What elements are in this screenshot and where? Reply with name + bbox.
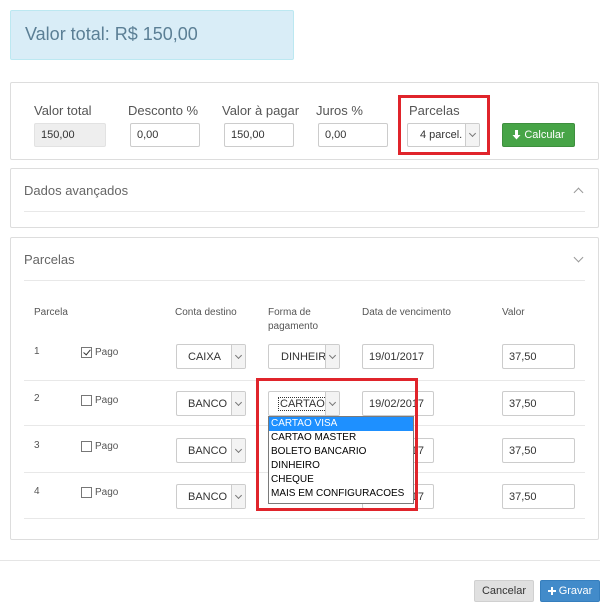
valor-pagar-label: Valor à pagar — [222, 103, 300, 118]
data-vencimento-input[interactable]: 19/01/2017 — [362, 344, 434, 369]
header-conta-destino: Conta destino — [175, 307, 237, 318]
valor-total-field: 150,00 — [34, 123, 106, 147]
save-button[interactable]: Gravar — [540, 580, 600, 602]
chevron-down-icon — [231, 485, 245, 508]
desconto-label: Desconto % — [128, 103, 199, 118]
forma-pagamento-highlight-box — [256, 378, 418, 511]
chevron-down-icon — [231, 345, 245, 368]
row-number: 4 — [34, 486, 40, 497]
valor-input[interactable]: 37,50 — [502, 438, 575, 463]
juros-label: Juros % — [316, 103, 363, 118]
header-forma-pagamento-line2: pagamento — [268, 321, 319, 332]
total-value-banner: Valor total: R$ 150,00 — [10, 10, 294, 60]
header-valor: Valor — [502, 307, 525, 318]
chevron-down-icon — [231, 439, 245, 462]
row-number: 2 — [34, 393, 40, 404]
total-value-text: Valor total: R$ 150,00 — [25, 24, 198, 44]
forma-pagamento-select[interactable]: DINHEIR — [268, 344, 340, 369]
row-divider — [24, 518, 585, 519]
conta-destino-select[interactable]: CAIXA — [176, 344, 246, 369]
parcelas-label: Parcelas — [409, 103, 460, 118]
conta-destino-select[interactable]: BANCO — [176, 391, 246, 416]
chevron-down-icon — [325, 345, 339, 368]
parcelas-divider — [24, 280, 585, 281]
chevron-down-icon — [231, 392, 245, 415]
valor-input[interactable]: 37,50 — [502, 391, 575, 416]
pago-checkbox[interactable] — [81, 487, 92, 498]
header-data-vencimento: Data de vencimento — [362, 307, 451, 318]
advanced-panel — [10, 168, 599, 228]
pago-checkbox[interactable] — [81, 441, 92, 452]
parcelas-title[interactable]: Parcelas — [24, 252, 75, 267]
plus-icon — [547, 587, 556, 595]
valor-input[interactable]: 37,50 — [502, 344, 575, 369]
pago-label: Pago — [95, 395, 119, 406]
check-icon — [82, 347, 91, 356]
calcular-button[interactable]: Calcular — [502, 123, 575, 147]
arrow-down-icon — [512, 130, 521, 140]
conta-destino-select[interactable]: BANCO — [176, 438, 246, 463]
pago-checkbox[interactable] — [81, 395, 92, 406]
valor-input[interactable]: 37,50 — [502, 484, 575, 509]
chevron-down-icon — [465, 124, 479, 146]
valor-pagar-input[interactable]: 150,00 — [224, 123, 294, 147]
conta-destino-select[interactable]: BANCO — [176, 484, 246, 509]
pago-label: Pago — [95, 487, 119, 498]
pago-label: Pago — [95, 347, 119, 358]
juros-input[interactable]: 0,00 — [318, 123, 388, 147]
row-number: 3 — [34, 440, 40, 451]
parcelas-select[interactable]: 4 parcel. — [407, 123, 480, 147]
pago-label: Pago — [95, 441, 119, 452]
header-parcela: Parcela — [34, 307, 68, 318]
footer-divider — [0, 560, 600, 561]
row-number: 1 — [34, 346, 40, 357]
summary-panel — [10, 82, 599, 160]
cancel-button[interactable]: Cancelar — [474, 580, 534, 602]
valor-total-label: Valor total — [34, 103, 92, 118]
desconto-input[interactable]: 0,00 — [130, 123, 200, 147]
advanced-title[interactable]: Dados avançados — [24, 183, 128, 198]
header-forma-pagamento-line1: Forma de — [268, 307, 311, 318]
advanced-divider — [24, 211, 585, 212]
pago-checkbox[interactable] — [81, 347, 92, 358]
